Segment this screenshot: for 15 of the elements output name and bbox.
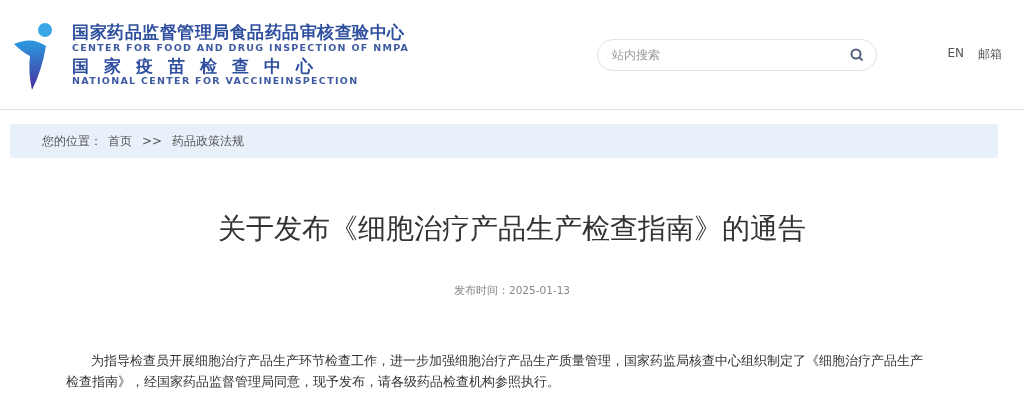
publish-date: 发布时间：2025-01-13 [453, 284, 571, 298]
breadcrumb-separator: >> [142, 134, 163, 148]
search-field[interactable]: 站内搜索 [597, 38, 878, 71]
article-paragraph: 为指导检查员开展细胞治疗产品生产环节检查工作，进一步加强细胞治疗产品生产质量管理，国家药监局核查中心组织制定了《细胞治疗产品生产检查指南》，经国家药品监督管理局同意，现予发布，请各级药品检查机构参照执行。 [66, 352, 924, 391]
header-link[interactable]: 邮箱 [978, 46, 1002, 63]
logo-subtitle: CENTER FOR FOOD AND DRUG INSPECTION OF NMPA [72, 43, 410, 54]
header-link[interactable]: EN [947, 46, 964, 63]
logo-subtitle: NATIONAL CENTER FOR VACCINEINSPECTION [72, 76, 360, 87]
search-icon[interactable] [850, 47, 865, 62]
breadcrumb-label: 您的位置： [42, 132, 102, 150]
logo-title: 国家疫苗检查中心 [72, 56, 329, 76]
breadcrumb-link[interactable]: 首页 [108, 132, 132, 150]
article-title: 关于发布《细胞治疗产品生产检查指南》的通告 [217, 211, 807, 247]
logo-title: 国家药品监督管理局食品药品审核查验中心 [72, 23, 406, 43]
breadcrumb-link[interactable]: 药品政策法规 [172, 132, 245, 150]
